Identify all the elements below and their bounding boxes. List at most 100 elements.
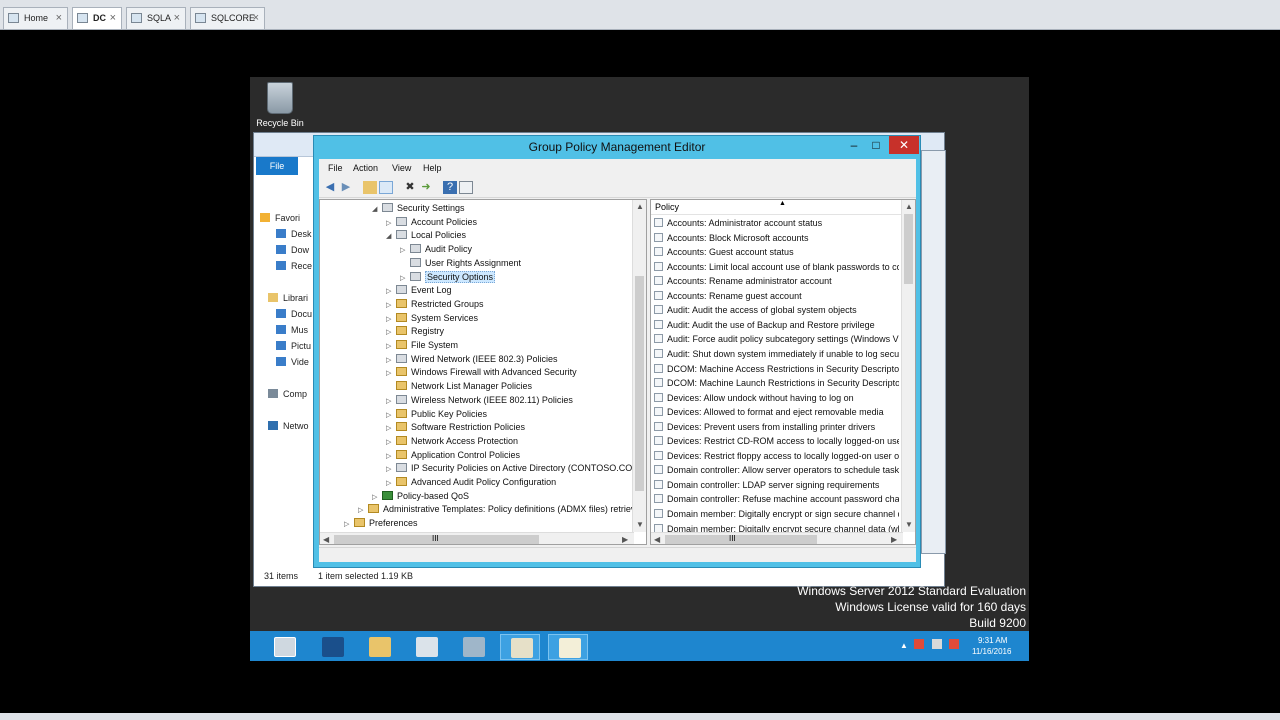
tree-horizontal-scrollbar[interactable]: ◀ III ▶ [320, 532, 634, 544]
tray-expand-icon[interactable]: ▲ [900, 641, 908, 650]
policy-row[interactable]: Devices: Allowed to format and eject rem… [654, 405, 899, 419]
nav-desktop[interactable]: Desk [276, 229, 312, 243]
scroll-left-icon[interactable]: ◀ [654, 535, 660, 544]
expand-arrow-icon[interactable]: ▷ [386, 463, 396, 476]
tree-item[interactable]: ▷ Software Restriction Policies [386, 421, 525, 434]
close-icon[interactable]: × [174, 8, 180, 28]
host-tab-home[interactable]: Home × [3, 7, 68, 29]
export-list-icon[interactable]: ➜ [419, 181, 433, 194]
tree-item[interactable]: ▷ Registry [386, 325, 444, 338]
nav-pictures[interactable]: Pictu [276, 341, 311, 355]
nav-recent[interactable]: Rece [276, 261, 312, 275]
scroll-down-icon[interactable]: ▼ [905, 520, 913, 529]
powershell-button[interactable] [312, 634, 352, 660]
expand-arrow-icon[interactable]: ▷ [386, 285, 396, 298]
maximize-button[interactable]: □ [866, 136, 886, 154]
nav-music[interactable]: Mus [276, 325, 308, 339]
tree-item[interactable]: ◢ Security Settings [372, 202, 465, 215]
notepad-taskbar-button[interactable] [548, 634, 588, 660]
expand-arrow-icon[interactable]: ▷ [344, 518, 354, 531]
recycle-bin[interactable]: Recycle Bin [254, 82, 306, 128]
nav-documents[interactable]: Docu [276, 309, 312, 323]
scroll-down-icon[interactable]: ▼ [636, 520, 644, 529]
tree-item[interactable]: ▷ Preferences [344, 517, 418, 530]
policy-row[interactable]: Domain controller: Refuse machine accoun… [654, 492, 899, 506]
nav-favorites[interactable]: Favori [260, 213, 300, 227]
tree-item[interactable]: ▷ File System [386, 339, 458, 352]
policy-row[interactable]: Accounts: Guest account status [654, 245, 899, 259]
tree-item[interactable]: ▷ Event Log [386, 284, 452, 297]
tree-item[interactable]: ▷ Network Access Protection [386, 435, 518, 448]
policy-row[interactable]: Accounts: Administrator account status [654, 216, 899, 230]
help-icon[interactable]: ? [443, 181, 457, 194]
tree-item[interactable]: ▷ Windows Firewall with Advanced Security [386, 366, 577, 379]
sound-tray-icon[interactable] [949, 639, 959, 649]
menu-file[interactable]: File [328, 163, 343, 173]
delete-icon[interactable]: ✖ [403, 181, 417, 194]
minimize-button[interactable]: – [844, 136, 864, 154]
tree-item[interactable]: ▷ Audit Policy [400, 243, 472, 256]
policy-row[interactable]: Audit: Audit the access of global system… [654, 303, 899, 317]
expand-arrow-icon[interactable]: ▷ [386, 217, 396, 230]
policy-row[interactable]: Domain member: Digitally encrypt or sign… [654, 507, 899, 521]
tree-item[interactable]: User Rights Assignment [400, 257, 521, 270]
server-manager-button[interactable] [264, 634, 304, 660]
show-hide-tree-icon[interactable] [379, 181, 393, 194]
tree-item[interactable]: ▷ Restricted Groups [386, 298, 484, 311]
policy-row[interactable]: DCOM: Machine Access Restrictions in Sec… [654, 362, 899, 376]
close-icon[interactable]: × [253, 8, 259, 28]
tree-item[interactable]: ▷ Wired Network (IEEE 802.3) Policies [386, 353, 558, 366]
policy-row[interactable]: Accounts: Block Microsoft accounts [654, 231, 899, 245]
tree-item[interactable]: ▷ Wireless Network (IEEE 802.11) Policies [386, 394, 573, 407]
policy-row[interactable]: DCOM: Machine Launch Restrictions in Sec… [654, 376, 899, 390]
explorer-file-tab[interactable]: File [256, 157, 298, 175]
scrollbar-thumb[interactable] [665, 535, 817, 544]
tree-item[interactable]: ▷ Security Options [400, 270, 496, 284]
file-explorer-button[interactable] [359, 634, 399, 660]
action-center-icon[interactable] [914, 639, 924, 649]
policy-row[interactable]: Audit: Shut down system immediately if u… [654, 347, 899, 361]
clock-date[interactable]: 11/16/2016 [972, 647, 1011, 656]
task-scheduler-button[interactable] [406, 634, 446, 660]
expand-arrow-icon[interactable]: ▷ [358, 504, 368, 517]
expand-arrow-icon[interactable]: ▷ [386, 395, 396, 408]
expand-arrow-icon[interactable]: ▷ [400, 244, 410, 257]
scroll-up-icon[interactable]: ▲ [636, 202, 644, 211]
up-folder-icon[interactable] [363, 181, 377, 194]
gpmc-button[interactable] [453, 634, 493, 660]
close-icon[interactable]: × [110, 8, 116, 28]
host-tab-sqlcore[interactable]: SQLCORE × [190, 7, 265, 29]
expand-arrow-icon[interactable]: ▷ [386, 313, 396, 326]
collapse-arrow-icon[interactable]: ◢ [386, 230, 396, 243]
tree-item[interactable]: ▷ Administrative Templates: Policy defini… [358, 503, 645, 516]
nav-network[interactable]: Netwo [268, 421, 309, 435]
scroll-right-icon[interactable]: ▶ [622, 535, 628, 544]
expand-arrow-icon[interactable]: ▷ [386, 477, 396, 490]
policy-row[interactable]: Devices: Restrict CD-ROM access to local… [654, 434, 899, 448]
tree-item[interactable]: ▷ Advanced Audit Policy Configuration [386, 476, 556, 489]
tree-item[interactable]: ▷ Application Control Policies [386, 449, 520, 462]
expand-arrow-icon[interactable]: ▷ [386, 299, 396, 312]
expand-arrow-icon[interactable]: ▷ [386, 450, 396, 463]
host-tab-sqla[interactable]: SQLA × [126, 7, 186, 29]
expand-arrow-icon[interactable]: ▷ [386, 436, 396, 449]
menu-action[interactable]: Action [353, 163, 378, 173]
policy-row[interactable]: Audit: Audit the use of Backup and Resto… [654, 318, 899, 332]
tree-item[interactable]: ▷ Public Key Policies [386, 408, 487, 421]
policy-row[interactable]: Accounts: Rename guest account [654, 289, 899, 303]
expand-arrow-icon[interactable]: ▷ [386, 422, 396, 435]
policy-row[interactable]: Devices: Allow undock without having to … [654, 391, 899, 405]
list-vertical-scrollbar[interactable]: ▲ ▼ [901, 200, 915, 532]
expand-arrow-icon[interactable]: ▷ [386, 326, 396, 339]
close-icon[interactable]: × [56, 8, 62, 28]
properties-icon[interactable] [459, 181, 473, 194]
scrollbar-thumb[interactable] [635, 276, 644, 491]
policy-row[interactable]: Accounts: Rename administrator account [654, 274, 899, 288]
nav-computer[interactable]: Comp [268, 389, 307, 403]
gpme-taskbar-button[interactable] [500, 634, 540, 660]
list-horizontal-scrollbar[interactable]: ◀ III ▶ [651, 532, 903, 544]
nav-videos[interactable]: Vide [276, 357, 309, 371]
back-arrow-icon[interactable]: ◀ [323, 181, 337, 194]
policy-row[interactable]: Devices: Prevent users from installing p… [654, 420, 899, 434]
nav-libraries[interactable]: Librari [268, 293, 308, 307]
